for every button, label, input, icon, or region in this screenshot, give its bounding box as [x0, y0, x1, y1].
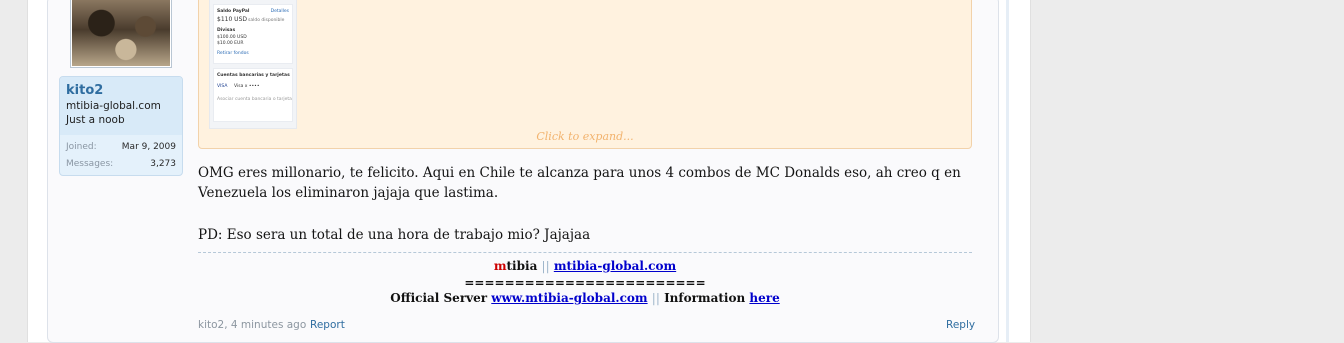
post-meta[interactable]: kito2, 4 minutes ago — [198, 319, 306, 331]
signature-brand-rest: tibia — [506, 259, 538, 273]
user-title: Just a noob — [66, 114, 125, 126]
signature-line-1: mtibia || mtibia-global.com — [198, 259, 972, 273]
avatar[interactable] — [70, 0, 172, 68]
screenshot-text: saldo disponible — [248, 18, 285, 23]
reply-link[interactable]: Reply — [946, 319, 975, 331]
screenshot-cards-card: Cuentas bancarias y tarjetas VISA Visa x… — [213, 68, 293, 122]
signature-pipe: || — [651, 291, 660, 305]
click-to-expand[interactable]: Click to expand... — [199, 130, 971, 143]
screenshot-text: Asociar cuenta bancaria o tarjeta — [217, 97, 292, 102]
signature-line-3: Official Server www.mtibia-global.com ||… — [198, 291, 972, 305]
quoted-screenshot[interactable]: Saldo PayPal Detalles $110 USD saldo dis… — [209, 0, 297, 129]
signature-divider — [198, 252, 972, 253]
signature-site-link[interactable]: mtibia-global.com — [554, 259, 676, 273]
screenshot-text: Divisas — [217, 28, 236, 33]
screenshot-text: Detalles — [270, 9, 289, 14]
screenshot-balance-card: Saldo PayPal Detalles $110 USD saldo dis… — [213, 4, 293, 64]
avatar-image — [72, 0, 170, 66]
information-label: Information — [664, 291, 746, 305]
official-server-label: Official Server — [390, 291, 488, 305]
message-line: Venezuela los eliminaron jajaja que last… — [198, 185, 499, 201]
report-link[interactable]: Report — [310, 319, 345, 331]
screenshot-text: Visa x •••• — [234, 84, 260, 89]
joined-value: Mar 9, 2009 — [121, 142, 176, 152]
screenshot-text: $100.00 USD — [217, 35, 247, 40]
screenshot-text: $10.00 EUR — [217, 41, 244, 46]
screenshot-text: $110 USD — [217, 16, 247, 23]
quote-block[interactable]: Saldo PayPal Detalles $110 USD saldo dis… — [198, 0, 972, 149]
information-here-link[interactable]: here — [749, 291, 779, 305]
message-line: PD: Eso sera un total de una hora de tra… — [198, 227, 591, 243]
screenshot-text: Cuentas bancarias y tarjetas — [217, 73, 290, 78]
official-server-link[interactable]: www.mtibia-global.com — [491, 291, 647, 305]
signature-separator: ======================== — [464, 276, 706, 290]
message-line: OMG eres millonario, te felicito. Aqui e… — [198, 165, 961, 181]
thread-edge — [1006, 0, 1009, 342]
messages-label: Messages: — [66, 159, 114, 169]
user-info-box: kito2 mtibia-global.com Just a noob Join… — [59, 76, 183, 176]
joined-label: Joined: — [66, 142, 97, 152]
screenshot-text: VISA — [217, 84, 228, 89]
signature-brand-m: m — [493, 259, 507, 273]
screenshot-text: Retirar fondos — [217, 51, 249, 56]
screenshot-text: Saldo PayPal — [217, 9, 250, 14]
username-link[interactable]: kito2 — [66, 83, 103, 98]
signature-pipe: || — [541, 259, 550, 273]
user-custom-title: mtibia-global.com — [66, 100, 161, 112]
messages-value: 3,273 — [150, 159, 176, 169]
